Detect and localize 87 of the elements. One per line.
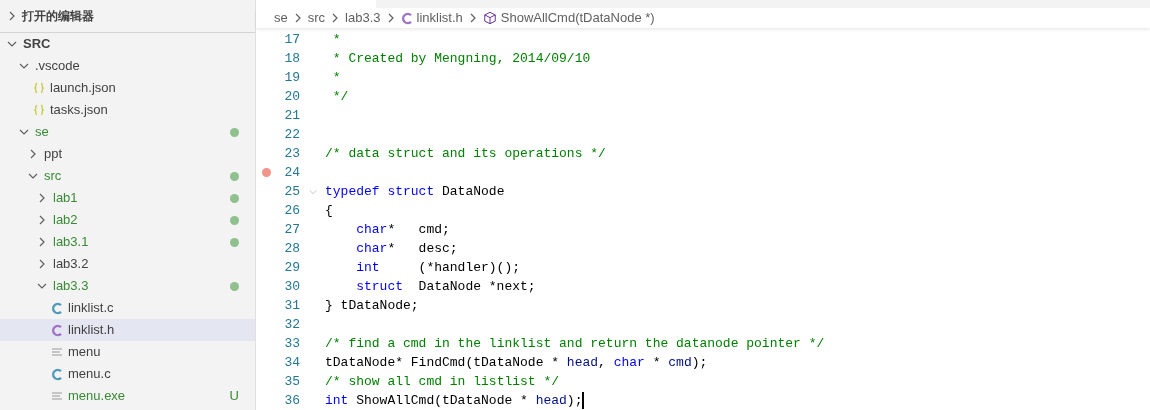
line-number: 26 [283,201,300,220]
breadcrumb-item[interactable]: lab3.3 [345,8,381,28]
line-number: 34 [283,353,300,372]
tree-item[interactable]: menu.c [0,363,255,385]
code-line: * [331,69,341,87]
code-line: /* find a cmd in the linklist and return the datanode pointer */ [325,335,825,353]
tree-item[interactable]: .vscode [0,55,255,77]
tree-item[interactable]: lab1 [0,187,255,209]
code-line: * Created by Mengning, 2014/09/10 [331,50,591,68]
file-name: linklist.c [68,299,115,318]
code-line: int ShowAllCmd(tDataNode * head); [325,392,583,410]
file-name: tasks.json [50,101,109,120]
breadcrumb-item[interactable]: linklist.h [416,8,463,28]
line-number: 28 [283,239,300,258]
c-file-icon [400,11,413,25]
tree-item[interactable]: linklist.h [0,319,255,341]
file-name: menu.exe [68,387,127,406]
folder-name: lab3.1 [53,233,90,252]
code-line: int (*handler)(); [356,259,521,277]
line-number: 19 [283,68,300,87]
c-file-icon [51,323,63,337]
line-number: 17 [283,30,300,49]
breadcrumb-item[interactable]: se [274,8,288,28]
code-line: char* cmd; [356,221,450,239]
status-letter: U [229,387,239,406]
tree-item[interactable]: ppt [0,143,255,165]
tree-item[interactable]: lab2 [0,209,255,231]
code-line: * [331,31,341,49]
cube-icon [482,11,497,26]
line-number: 21 [283,106,300,125]
braces-icon [33,82,45,94]
folder-name: lab3.2 [53,255,90,274]
code-line: */ [331,88,349,106]
braces-icon [33,104,45,116]
line-number: 25 [283,182,300,201]
section-header[interactable]: 打开的编辑器 [0,0,255,33]
line-number: 31 [283,296,300,315]
line-number: 24 [283,163,300,182]
tree-item[interactable]: SRC [0,33,255,55]
file-name: menu.c [68,365,112,384]
section-title: 打开的编辑器 [22,8,94,25]
line-number: 36 [283,391,300,410]
breadcrumb-item[interactable]: ShowAllCmd(tDataNode *) [500,8,655,28]
folder-name: lab1 [53,189,79,208]
tree-item[interactable]: menu.exe U [0,385,255,407]
tree-item[interactable]: launch.json [0,77,255,99]
line-number: 23 [283,144,300,163]
tree-item[interactable]: tasks.json [0,99,255,121]
code-line: tDataNode* FindCmd(tDataNode * head, char * cmd); [325,354,708,372]
code-line: { [325,202,333,220]
folder-name: se [35,123,50,142]
code-line: /* data struct and its operations */ [325,145,606,163]
breadcrumb-item[interactable]: src [307,8,326,28]
code-line: struct DataNode *next; [356,278,536,296]
lines-icon [51,390,63,402]
tree-item[interactable]: se [0,121,255,143]
lines-icon [51,346,63,358]
code-line: char* desc; [356,240,458,258]
tree-item[interactable]: lab3.3 [0,275,255,297]
line-number: 29 [283,258,300,277]
line-number: 30 [283,277,300,296]
file-name: launch.json [50,79,117,98]
code-line: typedef struct DataNode [325,183,505,201]
line-number: 18 [283,49,300,68]
tree-item[interactable]: lab3.2 [0,253,255,275]
folder-name: .vscode [35,57,81,76]
tree-item[interactable]: linklist.c [0,297,255,319]
line-number: 33 [283,334,300,353]
tree-item[interactable]: menu [0,341,255,363]
c-file-icon [51,301,63,315]
line-number: 22 [283,125,300,144]
folder-name: lab3.3 [53,277,90,296]
line-number: 35 [283,372,300,391]
tree-item[interactable]: lab3.1 [0,231,255,253]
code-line: /* show all cmd in listlist */ [325,373,560,391]
folder-name: src [44,167,63,186]
tree-item[interactable]: src [0,165,255,187]
line-number: 32 [283,315,300,334]
line-number: 20 [283,87,300,106]
line-number: 27 [283,220,300,239]
folder-name: SRC [23,35,52,54]
file-name: linklist.h [68,321,116,340]
code-line: } tDataNode; [325,297,419,315]
file-name: menu [68,343,102,362]
folder-name: lab2 [53,211,79,230]
folder-name: ppt [44,145,64,164]
c-file-icon [51,367,63,381]
